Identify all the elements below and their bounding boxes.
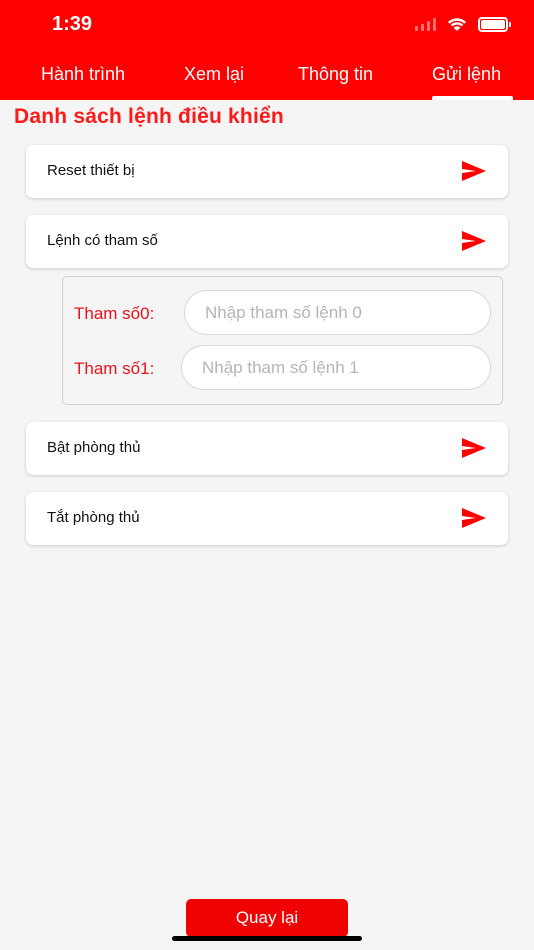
command-label: Lệnh có tham số [47,232,158,249]
page-title: Danh sách lệnh điều khiển [14,105,284,128]
app-header: 1:39 Hành trình Xem lại Thông tin Gửi lệ… [0,0,534,100]
param0-label: Tham số0: [74,304,155,323]
tab-bar: Hành trình Xem lại Thông tin Gửi lệnh [0,56,534,100]
command-with-params[interactable]: Lệnh có tham số [26,215,508,268]
status-icons [415,14,511,34]
command-disarm-defense[interactable]: Tắt phòng thủ [26,492,508,545]
parameter-panel: Tham số0: Tham số1: [62,276,503,405]
command-label: Reset thiết bị [47,162,135,179]
param1-label: Tham số1: [74,359,155,378]
command-label: Bật phòng thủ [47,439,141,456]
send-icon[interactable] [462,438,486,458]
tab-gui-lenh[interactable]: Gửi lệnh [432,64,501,85]
status-time: 1:39 [52,13,93,35]
send-icon[interactable] [462,161,486,181]
param1-input[interactable] [181,345,491,390]
cellular-signal-icon [415,17,436,31]
back-button[interactable]: Quay lại [186,899,348,937]
command-reset-device[interactable]: Reset thiết bị [26,145,508,198]
tab-xem-lai[interactable]: Xem lại [184,64,244,85]
send-icon[interactable] [462,231,486,251]
wifi-icon [448,18,466,31]
home-indicator [172,936,362,941]
tab-thong-tin[interactable]: Thông tin [298,64,373,85]
param0-input[interactable] [184,290,491,335]
send-icon[interactable] [462,508,486,528]
tab-hanh-trinh[interactable]: Hành trình [41,64,125,85]
active-tab-indicator [432,96,513,100]
command-label: Tắt phòng thủ [47,509,140,526]
battery-icon [478,16,511,32]
command-arm-defense[interactable]: Bật phòng thủ [26,422,508,475]
